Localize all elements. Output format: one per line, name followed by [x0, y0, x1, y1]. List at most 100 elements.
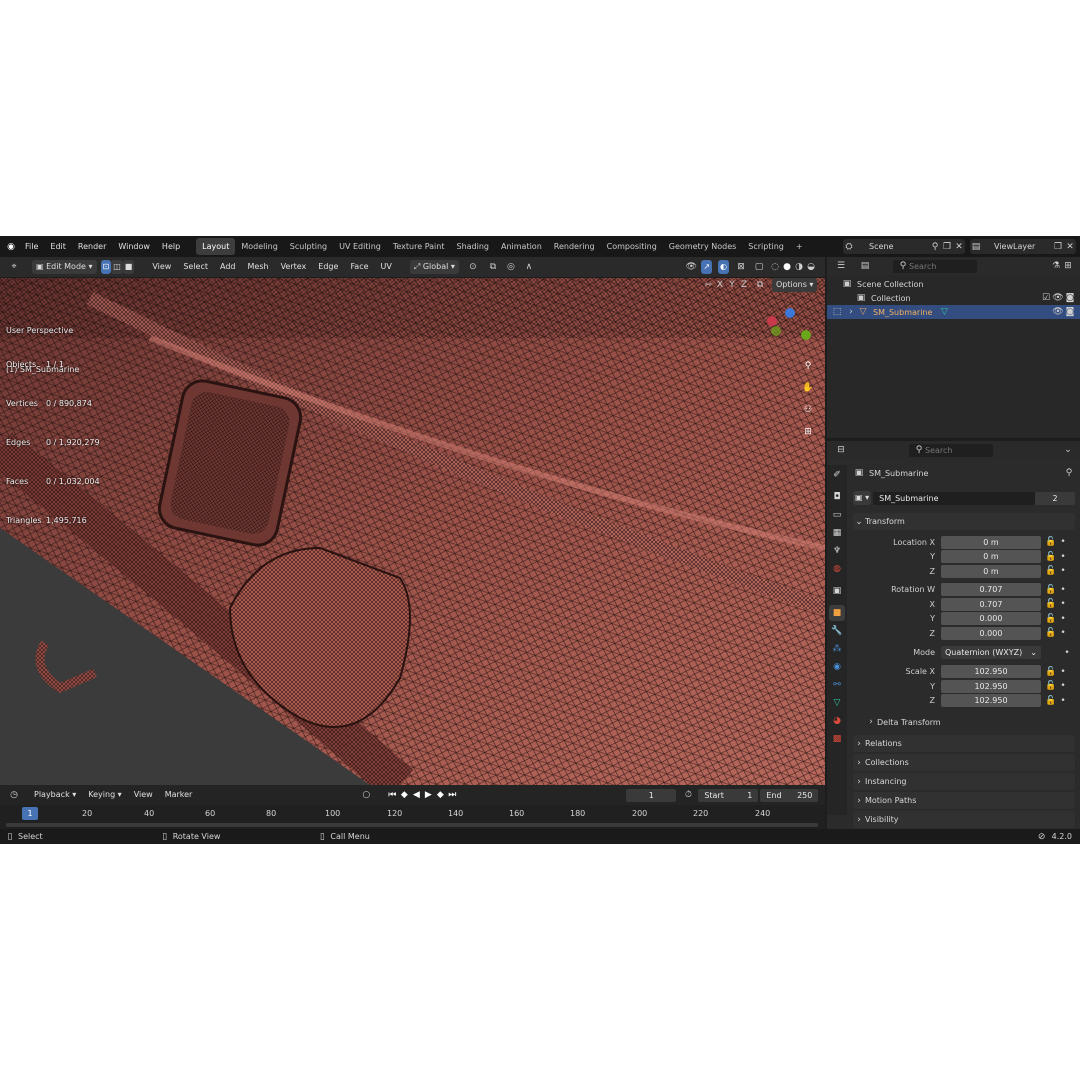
play-icon[interactable]: ▶: [422, 789, 434, 801]
vertex-select-button[interactable]: ⊡: [100, 260, 112, 274]
render-camera-icon[interactable]: ◙: [1064, 306, 1076, 318]
menu-window[interactable]: Window: [112, 236, 156, 257]
filter-icon[interactable]: ⚗: [1050, 260, 1062, 272]
properties-search[interactable]: ⚲ Search: [909, 443, 993, 457]
proportional-edit-icon[interactable]: ◎: [505, 261, 517, 273]
rotation-y-field[interactable]: 0.000: [941, 612, 1041, 626]
visibility-eye-icon[interactable]: 👁: [1052, 306, 1064, 318]
lock-icon[interactable]: 🔓: [1045, 565, 1057, 577]
collections-panel-header[interactable]: › Collections: [853, 754, 1075, 771]
scene-selector[interactable]: ⛭ Scene ⚲ ❐ ✕: [843, 239, 965, 254]
menu-render[interactable]: Render: [72, 236, 112, 257]
current-frame-field[interactable]: 1: [626, 788, 677, 802]
object-tab-icon[interactable]: ■: [829, 605, 845, 621]
keyframe-dot-icon[interactable]: •: [1057, 613, 1069, 625]
visibility-icon[interactable]: 👁: [685, 261, 697, 273]
outliner-row-object[interactable]: ⬚ › ▽ SM_Submarine ▽ 👁 ◙: [827, 305, 1080, 319]
menu-keying[interactable]: Keying ▾: [82, 785, 127, 805]
visibility-panel-header[interactable]: › Visibility: [853, 811, 1075, 828]
lock-icon[interactable]: 🔓: [1045, 627, 1057, 639]
menu-file[interactable]: File: [19, 236, 44, 257]
datablock-name-field[interactable]: SM_Submarine: [873, 491, 1035, 505]
scale-z-field[interactable]: 102.950: [941, 694, 1041, 708]
lock-icon[interactable]: 🔓: [1045, 551, 1057, 563]
modifier-tab-icon[interactable]: 🔧: [829, 623, 845, 639]
new-viewlayer-icon[interactable]: ❐: [1052, 241, 1064, 253]
frame-ruler[interactable]: 1 20 40 60 80 100 120 140 160 180 200 22…: [0, 805, 825, 823]
tab-compositing[interactable]: Compositing: [601, 238, 663, 255]
tab-shading[interactable]: Shading: [450, 238, 495, 255]
gizmo-y-axis[interactable]: [801, 330, 811, 340]
properties-editor-icon[interactable]: ⊟: [835, 444, 847, 456]
keyframe-dot-icon[interactable]: •: [1057, 551, 1069, 563]
display-mode-icon[interactable]: ▤: [859, 260, 871, 272]
gizmo-neg-y-axis[interactable]: [771, 326, 781, 336]
keyframe-dot-icon[interactable]: •: [1057, 598, 1069, 610]
users-count[interactable]: 2: [1035, 491, 1075, 505]
chevron-down-icon[interactable]: ⌄: [1062, 444, 1074, 456]
lock-icon[interactable]: 🔓: [1045, 666, 1057, 678]
face-select-button[interactable]: ■: [122, 260, 135, 274]
tab-animation[interactable]: Animation: [495, 238, 548, 255]
particles-tab-icon[interactable]: ⁂: [829, 641, 845, 657]
lock-icon[interactable]: 🔓: [1045, 598, 1057, 610]
timeline-editor-icon[interactable]: ◷: [8, 789, 20, 801]
outliner-editor-icon[interactable]: ☰: [835, 260, 847, 272]
axis-y-toggle[interactable]: Y: [726, 279, 738, 291]
snap-icon[interactable]: ⧉: [487, 261, 499, 273]
view-layer-tab-icon[interactable]: ▦: [829, 525, 845, 541]
menu-uv[interactable]: UV: [375, 257, 398, 277]
delete-scene-icon[interactable]: ✕: [953, 241, 965, 253]
jump-end-icon[interactable]: ⏭: [446, 789, 458, 801]
viewlayer-selector[interactable]: ▤ ViewLayer ❐ ✕: [970, 239, 1076, 254]
keyframe-dot-icon[interactable]: •: [1057, 627, 1069, 639]
new-collection-icon[interactable]: ⊞: [1062, 260, 1074, 272]
location-y-field[interactable]: 0 m: [941, 550, 1041, 564]
jump-start-icon[interactable]: ⏮: [386, 789, 398, 801]
menu-edge[interactable]: Edge: [312, 257, 344, 277]
end-frame-field[interactable]: End 250: [760, 788, 819, 802]
render-tab-icon[interactable]: ◘: [829, 489, 845, 505]
record-icon[interactable]: ○: [360, 789, 372, 801]
new-scene-icon[interactable]: ❐: [941, 241, 953, 253]
data-tab-icon[interactable]: ▽: [829, 695, 845, 711]
rendered-shading-icon[interactable]: ◒: [805, 261, 817, 273]
tab-uv-editing[interactable]: UV Editing: [333, 238, 387, 255]
tab-layout[interactable]: Layout: [196, 238, 236, 255]
scale-x-field[interactable]: 102.950: [941, 665, 1041, 679]
pin-icon[interactable]: ⚲: [1063, 467, 1075, 479]
solid-shading-icon[interactable]: ●: [781, 261, 793, 273]
lock-icon[interactable]: 🔓: [1045, 613, 1057, 625]
axis-x-toggle[interactable]: X: [714, 279, 726, 291]
menu-help[interactable]: Help: [156, 236, 186, 257]
tab-geometry-nodes[interactable]: Geometry Nodes: [663, 238, 742, 255]
xray-icon[interactable]: ▢: [753, 261, 765, 273]
3d-viewport[interactable]: User Perspective (1) SM_Submarine Object…: [0, 278, 825, 785]
lock-icon[interactable]: 🔓: [1045, 695, 1057, 707]
blender-logo-icon[interactable]: ◉: [5, 241, 17, 253]
auto-merge-icon[interactable]: ⧉: [754, 279, 766, 291]
prev-keyframe-icon[interactable]: ◆: [398, 789, 410, 801]
keyframe-dot-icon[interactable]: •: [1061, 647, 1073, 659]
menu-marker[interactable]: Marker: [159, 785, 199, 805]
playhead[interactable]: 1: [22, 807, 38, 820]
pin-icon[interactable]: ⚲: [929, 241, 941, 253]
world-tab-icon[interactable]: ◍: [829, 561, 845, 577]
menu-timeline-view[interactable]: View: [128, 785, 159, 805]
rotation-z-field[interactable]: 0.000: [941, 626, 1041, 640]
editor-type-icon[interactable]: ⌖: [8, 261, 20, 273]
timeline-scrollbar[interactable]: [6, 823, 818, 827]
material-tab-icon[interactable]: ◕: [829, 713, 845, 729]
scene-tab-icon[interactable]: ♆: [829, 543, 845, 559]
menu-face[interactable]: Face: [344, 257, 374, 277]
gizmo-x-axis[interactable]: [767, 316, 777, 326]
keyframe-dot-icon[interactable]: •: [1057, 536, 1069, 548]
gizmo-z-axis[interactable]: [785, 308, 795, 318]
mode-dropdown[interactable]: ▣ Edit Mode ▾: [32, 260, 97, 274]
tab-sculpting[interactable]: Sculpting: [284, 238, 333, 255]
start-frame-field[interactable]: Start 1: [698, 788, 759, 802]
texture-tab-icon[interactable]: ▩: [829, 731, 845, 747]
overlay-toggle[interactable]: ◐: [718, 260, 729, 274]
stopwatch-icon[interactable]: ⏱: [682, 789, 694, 801]
perspective-toggle-icon[interactable]: ⊞: [802, 426, 814, 438]
